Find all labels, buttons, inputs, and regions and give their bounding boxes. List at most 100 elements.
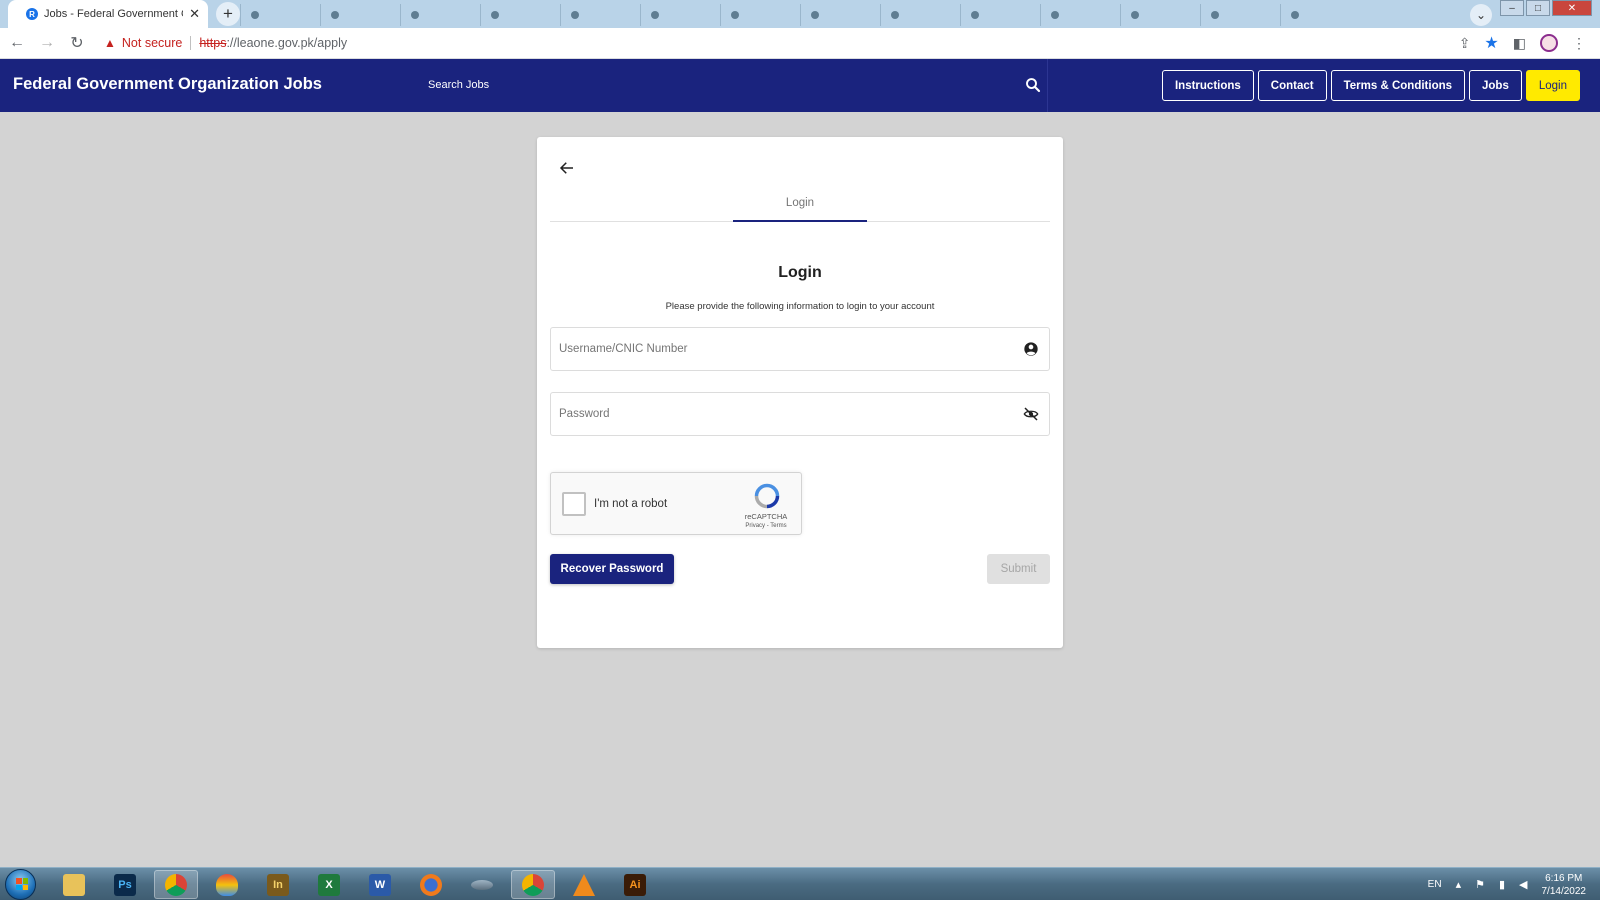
tab-close-icon[interactable]: ✕ [189, 6, 200, 22]
vlc-cone-icon [573, 873, 595, 896]
window-controls: – □ ✕ [1500, 0, 1592, 16]
taskbar-photoshop[interactable]: Ps [103, 870, 147, 899]
taskbar-app[interactable] [460, 870, 504, 899]
login-card: Login Login Please provide the following… [537, 137, 1063, 648]
username-field [550, 327, 1050, 371]
recaptcha-label: I'm not a robot [594, 498, 668, 510]
tab-search-chevron-icon[interactable]: ⌄ [1470, 4, 1492, 26]
warning-icon: ▲ [104, 36, 116, 50]
minimize-button[interactable]: – [1500, 0, 1524, 16]
app-icon [471, 879, 493, 890]
windows-taskbar: Ps In X W Ai EN ▴ ⚑ ▮ ◀ 6:16 PM 7/14/202… [0, 867, 1600, 900]
action-center-flag-icon[interactable]: ⚑ [1475, 878, 1485, 891]
browser-tab[interactable] [1280, 4, 1360, 26]
submit-button[interactable]: Submit [987, 554, 1050, 584]
tab-favicon-icon [891, 11, 899, 19]
taskbar-word[interactable]: W [358, 870, 402, 899]
header-nav: Instructions Contact Terms & Conditions … [1161, 70, 1580, 101]
menu-kebab-icon[interactable]: ⋮ [1572, 35, 1586, 52]
site-header: Federal Government Organization Jobs Ins… [0, 59, 1600, 112]
volume-icon[interactable]: ◀ [1519, 878, 1527, 891]
profile-avatar[interactable] [1540, 34, 1558, 52]
taskbar-clock[interactable]: 6:16 PM 7/14/2022 [1542, 872, 1587, 898]
recaptcha-checkbox[interactable] [562, 492, 586, 516]
show-hidden-icons-icon[interactable]: ▴ [1456, 878, 1462, 891]
security-label: Not secure [121, 36, 183, 50]
password-input[interactable] [559, 402, 999, 426]
taskbar-chrome-2[interactable] [511, 870, 555, 899]
start-button[interactable] [5, 869, 36, 900]
search-icon[interactable] [1024, 76, 1042, 94]
taskbar-firefox[interactable] [409, 870, 453, 899]
browser-tab[interactable] [880, 4, 960, 26]
browser-tab[interactable] [1200, 4, 1280, 26]
url-text: ://leaone.gov.pk/apply [226, 36, 348, 50]
reload-icon[interactable]: ↻ [64, 33, 90, 53]
username-input[interactable] [559, 337, 999, 361]
browser-tab[interactable] [240, 4, 320, 26]
browser-toolbar: ← → ↻ ▲ Not secure https ://leaone.gov.p… [0, 28, 1600, 59]
page-title: Login [778, 264, 822, 281]
visibility-off-icon[interactable] [1023, 406, 1039, 422]
share-icon[interactable]: ⇪ [1459, 35, 1471, 52]
recaptcha-privacy-terms[interactable]: Privacy - Terms [736, 523, 796, 529]
password-field [550, 392, 1050, 436]
tab-favicon-icon [571, 11, 579, 19]
browser-tab[interactable] [800, 4, 880, 26]
forward-icon[interactable]: → [34, 34, 60, 52]
recaptcha-logo-icon [754, 483, 780, 509]
inpage-icon: In [267, 873, 289, 896]
nav-instructions-button[interactable]: Instructions [1161, 70, 1254, 101]
browser-tab[interactable] [720, 4, 800, 26]
browser-tab-strip: R Jobs - Federal Government Organ ✕ + ⌄ … [0, 0, 1600, 28]
browser-tab[interactable] [960, 4, 1040, 26]
browser-tab[interactable] [640, 4, 720, 26]
browser-tab[interactable] [400, 4, 480, 26]
tab-login[interactable]: Login [733, 193, 867, 222]
taskbar-balloon-app[interactable] [205, 870, 249, 899]
excel-icon: X [318, 873, 340, 896]
taskbar-excel[interactable]: X [307, 870, 351, 899]
taskbar-illustrator[interactable]: Ai [613, 870, 657, 899]
word-icon: W [369, 873, 391, 896]
back-icon[interactable]: ← [4, 34, 30, 52]
search-input[interactable] [428, 71, 988, 99]
close-window-button[interactable]: ✕ [1552, 0, 1592, 16]
taskbar-vlc[interactable] [562, 870, 606, 899]
photoshop-icon: Ps [114, 873, 136, 896]
side-panel-icon[interactable]: ◧ [1513, 35, 1526, 52]
maximize-button[interactable]: □ [1526, 0, 1550, 16]
bookmark-star-icon[interactable]: ★ [1484, 33, 1498, 53]
recover-password-button[interactable]: Recover Password [550, 554, 674, 584]
divider [190, 36, 192, 50]
tab-favicon-icon [1291, 11, 1299, 19]
language-indicator[interactable]: EN [1428, 879, 1442, 890]
browser-tab[interactable] [1120, 4, 1200, 26]
folder-icon [63, 873, 85, 896]
tab-favicon-icon [971, 11, 979, 19]
taskbar-explorer[interactable] [52, 870, 96, 899]
back-arrow-icon[interactable] [557, 159, 577, 177]
tab-favicon-icon [731, 11, 739, 19]
browser-tab[interactable] [320, 4, 400, 26]
clock-date: 7/14/2022 [1541, 885, 1587, 897]
network-signal-icon[interactable]: ▮ [1499, 878, 1505, 891]
site-brand[interactable]: Federal Government Organization Jobs [13, 75, 322, 94]
browser-tab[interactable] [1040, 4, 1120, 26]
windows-logo-icon [16, 878, 28, 890]
taskbar-inpage[interactable]: In [256, 870, 300, 899]
account-circle-icon [1024, 342, 1038, 356]
tab-favicon-icon [1131, 11, 1139, 19]
taskbar-chrome[interactable] [154, 870, 198, 899]
chrome-icon [522, 873, 544, 896]
address-bar[interactable]: ▲ Not secure https ://leaone.gov.pk/appl… [104, 31, 1459, 55]
nav-jobs-button[interactable]: Jobs [1469, 70, 1522, 101]
new-tab-button[interactable]: + [216, 2, 240, 26]
browser-tab-active[interactable]: R Jobs - Federal Government Organ ✕ [8, 0, 208, 28]
browser-tab[interactable] [560, 4, 640, 26]
nav-terms-button[interactable]: Terms & Conditions [1330, 70, 1466, 101]
nav-login-button[interactable]: Login [1525, 70, 1580, 101]
chrome-icon [165, 873, 187, 896]
browser-tab[interactable] [480, 4, 560, 26]
nav-contact-button[interactable]: Contact [1257, 70, 1327, 101]
